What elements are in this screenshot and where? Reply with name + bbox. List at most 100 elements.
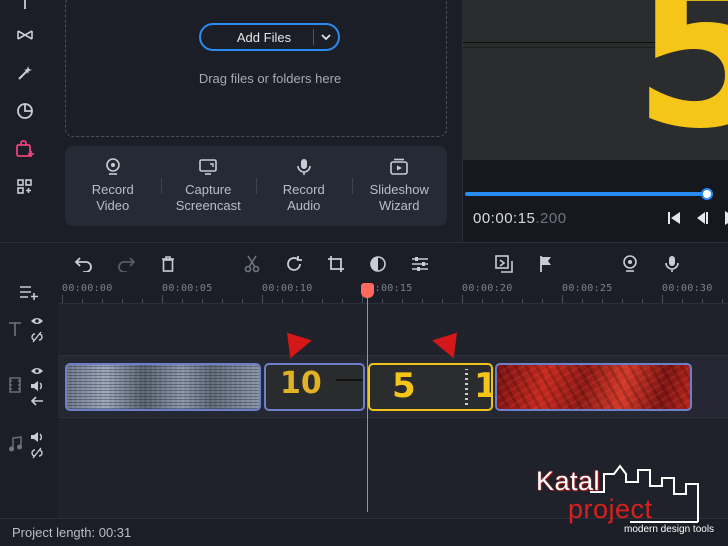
- stickers-icon[interactable]: [14, 100, 36, 122]
- timecode-display: 00:00:15.200: [473, 210, 567, 227]
- video-clip-countdown-5-selected[interactable]: 5 1: [368, 363, 493, 411]
- ruler-minor-tick: [82, 299, 83, 303]
- ruler-tick-label: 00:00:20: [462, 283, 513, 294]
- clip-thumbnail: [336, 379, 363, 381]
- watermark-line1: Katal: [536, 466, 601, 496]
- video-preview[interactable]: 5: [463, 0, 728, 160]
- record-video-button[interactable]: Record Video: [65, 146, 161, 226]
- ruler-minor-tick: [522, 299, 523, 303]
- playhead-line[interactable]: [367, 286, 368, 512]
- slideshow-wizard-button[interactable]: Slideshow Wizard: [351, 146, 448, 226]
- record-webcam-icon[interactable]: [619, 253, 641, 275]
- text-icon[interactable]: [14, 0, 36, 14]
- track-headers: [0, 278, 58, 518]
- transport-controls: [667, 210, 728, 226]
- marker-flag-icon[interactable]: [535, 253, 557, 275]
- katalproject-watermark: Katal project modern design tools: [530, 464, 726, 536]
- ruler-minor-tick: [142, 299, 143, 303]
- tools-rail: [0, 0, 52, 242]
- chevron-down-icon[interactable]: [314, 33, 338, 41]
- ruler-minor-tick: [482, 299, 483, 303]
- clip-thumbnail-text: 5: [392, 366, 416, 406]
- more-tools-icon[interactable]: [14, 176, 36, 198]
- video-clip-red-texture[interactable]: [495, 363, 692, 411]
- video-track-volume-icon[interactable]: [29, 379, 45, 393]
- record-video-label: Record Video: [91, 182, 134, 213]
- video-track-eye-icon[interactable]: [29, 364, 45, 378]
- timeline-ruler[interactable]: 00:00:00 00:00:05 00:00:10 00:00:15 00:0…: [58, 278, 728, 304]
- ruler-minor-tick: [282, 299, 283, 303]
- text-track-lane[interactable]: [58, 304, 728, 356]
- ruler-minor-tick: [202, 299, 203, 303]
- playhead-handle[interactable]: [361, 283, 374, 298]
- ruler-minor-tick: [462, 295, 463, 303]
- add-files-label: Add Files: [236, 29, 292, 45]
- cut-icon[interactable]: [241, 253, 263, 275]
- clip-thumbnail-text: 10: [280, 366, 322, 401]
- ruler-minor-tick: [582, 299, 583, 303]
- undo-icon[interactable]: [73, 253, 95, 275]
- ruler-tick-label: 00:00:30: [662, 283, 713, 294]
- skip-to-start-icon[interactable]: [667, 210, 681, 226]
- capture-actions: Record Video Capture Screencast Record A…: [65, 146, 447, 226]
- drag-hint-text: Drag files or folders here: [198, 71, 342, 86]
- track-lock-link-icon[interactable]: [29, 330, 45, 344]
- clip-thumbnail-text: 1: [474, 369, 491, 403]
- ruler-minor-tick: [542, 299, 543, 303]
- record-voice-icon[interactable]: [661, 253, 683, 275]
- ruler-minor-tick: [662, 295, 663, 303]
- clip-properties-icon[interactable]: [409, 253, 431, 275]
- ruler-minor-tick: [182, 299, 183, 303]
- transitions-icon[interactable]: [14, 24, 36, 46]
- ruler-minor-tick: [502, 299, 503, 303]
- ruler-minor-tick: [422, 299, 423, 303]
- playback-progress-bar[interactable]: [465, 192, 709, 196]
- rotate-icon[interactable]: [283, 253, 305, 275]
- ruler-minor-tick: [62, 295, 63, 303]
- drop-zone[interactable]: Add Files Drag files or folders here: [65, 0, 447, 137]
- capture-screencast-label: Capture Screencast: [175, 182, 241, 213]
- delete-icon[interactable]: [157, 253, 179, 275]
- crop-icon[interactable]: [325, 253, 347, 275]
- ruler-tick-label: 00:00:05: [162, 283, 213, 294]
- ruler-minor-tick: [682, 299, 683, 303]
- ruler-minor-tick: [162, 295, 163, 303]
- record-audio-button[interactable]: Record Audio: [256, 146, 352, 226]
- music-track-icon: [6, 434, 24, 454]
- ruler-minor-tick: [642, 299, 643, 303]
- playback-progress-handle[interactable]: [701, 188, 713, 200]
- ruler-tick-label: 00:00:25: [562, 283, 613, 294]
- video-clip-static[interactable]: [65, 363, 261, 411]
- add-track-icon[interactable]: [17, 281, 41, 303]
- preview-panel: 5 00:00:15.200: [462, 0, 728, 242]
- clip-thumbnail: [465, 369, 468, 405]
- fit-icon[interactable]: [493, 253, 515, 275]
- audio-track-link-icon[interactable]: [29, 446, 45, 460]
- webcam-icon: [102, 156, 124, 178]
- import-panel: Add Files Drag files or folders here Rec…: [52, 0, 462, 242]
- capture-screencast-button[interactable]: Capture Screencast: [160, 146, 257, 226]
- microphone-icon: [293, 156, 315, 178]
- ruler-minor-tick: [562, 295, 563, 303]
- video-clip-countdown-10[interactable]: 10: [264, 363, 365, 411]
- color-adjust-icon[interactable]: [367, 253, 389, 275]
- add-files-button[interactable]: Add Files: [199, 23, 340, 51]
- slideshow-icon: [388, 156, 410, 178]
- video-editor-window: Add Files Drag files or folders here Rec…: [0, 0, 728, 546]
- import-icon[interactable]: [14, 138, 36, 160]
- video-track-arrow-left-icon[interactable]: [29, 394, 45, 408]
- ruler-minor-tick: [402, 299, 403, 303]
- redo-icon[interactable]: [115, 253, 137, 275]
- slideshow-wizard-label: Slideshow Wizard: [369, 182, 429, 213]
- audio-track-volume-icon[interactable]: [29, 430, 45, 444]
- play-icon[interactable]: [723, 210, 728, 226]
- effects-icon[interactable]: [14, 62, 36, 84]
- preview-frame-digit: 5: [633, 0, 728, 160]
- previous-frame-icon[interactable]: [695, 210, 709, 226]
- ruler-minor-tick: [342, 299, 343, 303]
- timecode-milliseconds: .200: [535, 210, 567, 227]
- ruler-minor-tick: [122, 299, 123, 303]
- track-visibility-eye-icon[interactable]: [29, 314, 45, 328]
- ruler-minor-tick: [382, 299, 383, 303]
- video-track-icon: [6, 375, 24, 395]
